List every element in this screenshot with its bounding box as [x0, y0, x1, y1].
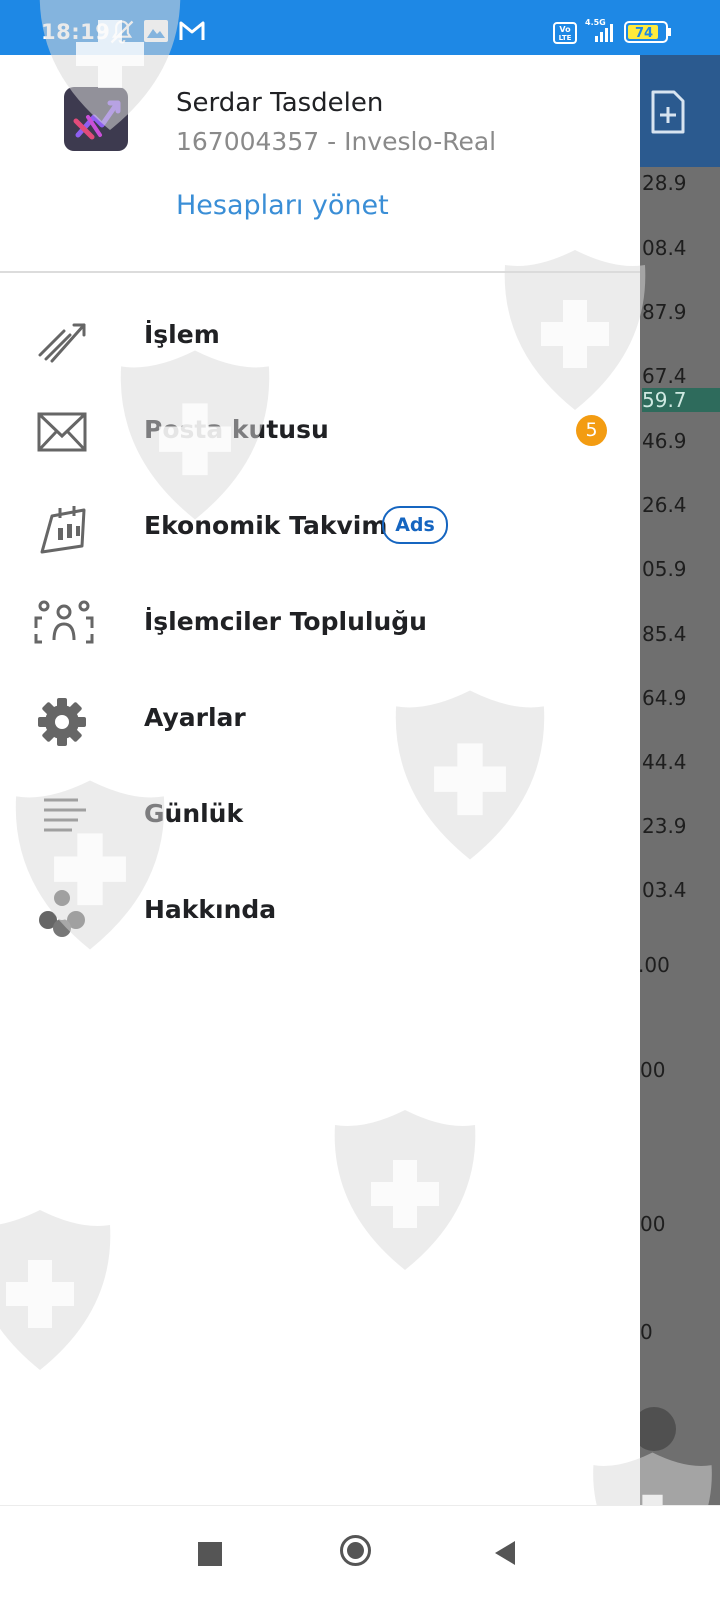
menu-item-mailbox[interactable]: Posta kutusu 5 [0, 384, 640, 480]
price-scale-value: 59.7 [642, 388, 720, 412]
price-scale-value: 08.4 [642, 236, 687, 260]
divider [0, 271, 640, 273]
price-scale-value: 05.9 [642, 557, 687, 581]
menu-item-settings[interactable]: Ayarlar [0, 672, 640, 768]
price-scale-value: 23.9 [642, 814, 687, 838]
menu-item-label: Ekonomik Takvim [144, 511, 388, 540]
svg-text:74: 74 [635, 26, 653, 41]
price-scale-value: 26.4 [642, 493, 687, 517]
account-info: 167004357 - Inveslo-Real [176, 127, 497, 156]
app-logo[interactable] [64, 87, 128, 151]
price-scale-value: 67.4 [642, 364, 687, 388]
gmail-icon [179, 20, 205, 46]
price-scale-value: 0 [640, 1320, 653, 1344]
more-button[interactable] [640, 1407, 676, 1451]
price-scale-value: 87.9 [642, 300, 687, 324]
menu-item-economic-calendar[interactable]: Ekonomik Takvim Ads [0, 480, 640, 576]
status-bar: 18:19 Vo LTE 4.5G 74 [0, 0, 720, 55]
background-app-panel[interactable]: 28.9 08.4 87.9 67.4 59.7 46.9 26.4 05.9 85.4 64.9… [640, 55, 720, 1505]
calendar-icon [34, 502, 90, 554]
home-button[interactable] [340, 1535, 371, 1566]
add-document-icon[interactable] [650, 90, 686, 138]
battery-icon: 74 [624, 20, 672, 48]
system-nav-bar [0, 1505, 720, 1601]
gear-icon [34, 694, 90, 746]
menu-item-label: Hakkında [144, 895, 277, 924]
price-scale-value: 03.4 [642, 878, 687, 902]
background-toolbar [640, 55, 720, 167]
drawer-header: Serdar Tasdelen 167004357 - Inveslo-Real… [0, 55, 640, 272]
price-scale-value: .00 [640, 953, 670, 977]
volte-icon: Vo LTE [553, 22, 577, 48]
menu-item-journal[interactable]: Günlük [0, 768, 640, 864]
navigation-drawer: Serdar Tasdelen 167004357 - Inveslo-Real… [0, 55, 640, 1505]
status-time: 18:19 [41, 20, 111, 44]
menu-item-traders-community[interactable]: İşlemciler Topluluğu [0, 576, 640, 672]
menu-item-label: Posta kutusu [144, 415, 329, 444]
mail-icon [34, 406, 90, 458]
price-scale-value: 00 [640, 1058, 666, 1082]
svg-text:LTE: LTE [559, 34, 572, 42]
menu-item-label: Ayarlar [144, 703, 246, 732]
svg-text:4.5G: 4.5G [585, 18, 606, 27]
manage-accounts-link[interactable]: Hesapları yönet [176, 190, 389, 221]
journal-icon [34, 790, 90, 842]
svg-text:Vo: Vo [559, 25, 571, 34]
user-name: Serdar Tasdelen [176, 88, 384, 118]
menu-item-about[interactable]: Hakkında [0, 864, 640, 960]
signal-icon: 4.5G [583, 16, 617, 48]
price-scale-value: 00 [640, 1212, 666, 1236]
trade-chart-icon [34, 311, 90, 363]
price-scale-value: 46.9 [642, 429, 687, 453]
community-icon [34, 598, 94, 650]
menu-item-trade[interactable]: İşlem [0, 289, 640, 385]
price-scale-value: 28.9 [642, 171, 687, 195]
home-icon [347, 1542, 364, 1559]
recents-button[interactable] [198, 1542, 222, 1566]
about-icon [34, 886, 90, 938]
menu-item-label: Günlük [144, 799, 244, 828]
back-button[interactable] [493, 1540, 517, 1570]
price-scale-value: 64.9 [642, 686, 687, 710]
unread-badge: 5 [576, 415, 607, 446]
price-scale-value: 44.4 [642, 750, 687, 774]
gallery-icon [143, 19, 169, 47]
menu-item-label: İşlem [144, 320, 220, 349]
price-scale-value: 85.4 [642, 622, 687, 646]
notification-off-icon [108, 18, 136, 50]
menu-item-label: İşlemciler Topluluğu [144, 607, 427, 636]
ads-tag: Ads [382, 506, 448, 544]
